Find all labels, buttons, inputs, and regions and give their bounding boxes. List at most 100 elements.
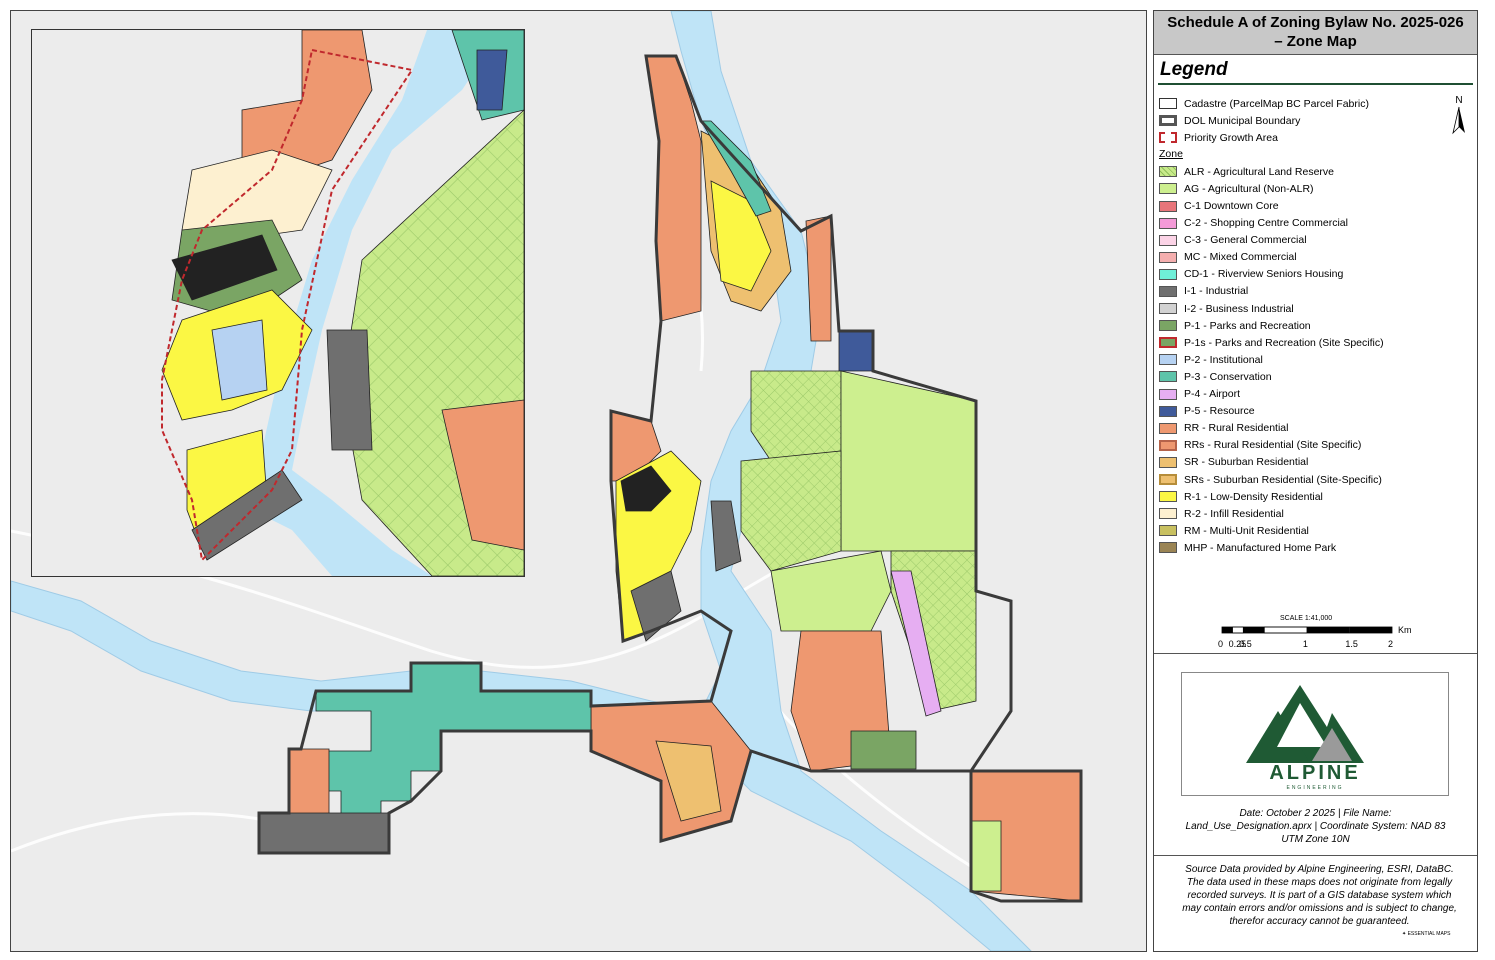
- scale-tick-label: 0.5: [1239, 639, 1252, 649]
- map-title-line2: – Zone Map: [1274, 33, 1357, 50]
- legend-swatch: [1159, 166, 1177, 178]
- legend-item: P-3 - Conservation: [1159, 368, 1419, 385]
- legend-label: I-1 - Industrial: [1184, 285, 1249, 298]
- legend-label: P-2 - Institutional: [1184, 353, 1263, 366]
- legend-item: I-2 - Business Industrial: [1159, 300, 1419, 317]
- scale-ticks: 0 0.25 0.5 1 1.5 2: [1214, 639, 1414, 651]
- legend-label: AG - Agricultural (Non-ALR): [1184, 182, 1314, 195]
- legend-swatch: [1159, 456, 1177, 468]
- legend-label: DOL Municipal Boundary: [1184, 114, 1301, 127]
- legend-item: P-2 - Institutional: [1159, 351, 1419, 368]
- legend-label: C-3 - General Commercial: [1184, 234, 1307, 247]
- essential-maps-credit: ✦ ESSENTIAL MAPS: [1402, 931, 1462, 937]
- compass-icon: ✦: [1402, 931, 1407, 937]
- legend-swatch: [1159, 354, 1177, 366]
- legend-swatch: [1159, 405, 1177, 417]
- meta-line2: Land_Use_Designation.aprx | Coordinate S…: [1185, 821, 1446, 832]
- legend-label: RM - Multi-Unit Residential: [1184, 524, 1309, 537]
- legend-swatch: [1159, 285, 1177, 297]
- panel-divider-1: [1154, 653, 1477, 654]
- legend-label: ALR - Agricultural Land Reserve: [1184, 165, 1334, 178]
- legend-swatch: [1159, 371, 1177, 383]
- inset-map-canvas: [161, 30, 524, 576]
- zone-ag-east-1: [840, 370, 977, 552]
- legend-item: Priority Growth Area: [1159, 129, 1419, 146]
- scale-tick-label: 2: [1388, 639, 1394, 649]
- inset-map[interactable]: [31, 29, 525, 577]
- legend-swatch: [1159, 388, 1177, 400]
- legend-label: R-1 - Low-Density Residential: [1184, 490, 1323, 503]
- legend-label: SRs - Suburban Residential (Site-Specifi…: [1184, 473, 1382, 486]
- legend-swatch: [1159, 422, 1177, 434]
- legend-item: ALR - Agricultural Land Reserve: [1159, 163, 1419, 180]
- legend-label: P-1 - Parks and Recreation: [1184, 319, 1311, 332]
- inset-industrial-2: [326, 329, 373, 451]
- legend-swatch: [1159, 98, 1177, 110]
- zone-alr-east-2: [740, 450, 842, 572]
- legend-label: CD-1 - Riverview Seniors Housing: [1184, 268, 1344, 281]
- map-metadata: Date: October 2 2025 | File Name: Land_U…: [1164, 807, 1467, 846]
- scale-tick-label: 0: [1218, 639, 1224, 649]
- logo-name: ALPINE: [1269, 762, 1360, 784]
- legend-swatch: [1159, 303, 1177, 315]
- north-arrow-icon: N: [1452, 95, 1465, 135]
- source-line3: recorded surveys. It is part of a GIS da…: [1187, 890, 1452, 901]
- legend-swatch: [1159, 132, 1177, 144]
- legend-label: P-1s - Parks and Recreation (Site Specif…: [1184, 336, 1384, 349]
- legend-item: RM - Multi-Unit Residential: [1159, 522, 1419, 539]
- panel-divider-2: [1154, 855, 1477, 856]
- scale-bar-graphic: [1221, 626, 1393, 634]
- map-title-line1: Schedule A of Zoning Bylaw No. 2025-026: [1167, 14, 1464, 31]
- zone-alr-east-1: [750, 370, 842, 462]
- legend-item: CD-1 - Riverview Seniors Housing: [1159, 266, 1419, 283]
- legend-label: RRs - Rural Residential (Site Specific): [1184, 439, 1362, 452]
- legend-item: SRs - Suburban Residential (Site-Specifi…: [1159, 471, 1419, 488]
- legend-item: R-2 - Infill Residential: [1159, 505, 1419, 522]
- zone-industrial-west: [258, 812, 390, 854]
- inset-institution: [211, 319, 268, 401]
- logo-tagline: ENGINEERING: [1286, 785, 1343, 791]
- zone-heading: Zone: [1159, 148, 1183, 161]
- source-line2: The data used in these maps does not ori…: [1186, 877, 1453, 888]
- zone-ag-south: [970, 820, 1002, 892]
- legend-swatch: [1159, 268, 1177, 280]
- source-line4: may contain errors and/or omissions and …: [1182, 903, 1457, 914]
- legend-label: P-3 - Conservation: [1184, 370, 1272, 383]
- legend-item: RR - Rural Residential: [1159, 420, 1419, 437]
- legend-swatch: [1159, 491, 1177, 503]
- scale-tick-label: 1: [1302, 639, 1308, 649]
- legend-item: RRs - Rural Residential (Site Specific): [1159, 437, 1419, 454]
- legend-item: C-2 - Shopping Centre Commercial: [1159, 215, 1419, 232]
- legend-label: P-4 - Airport: [1184, 388, 1241, 401]
- zone-resource: [838, 330, 874, 372]
- legend-item: Cadastre (ParcelMap BC Parcel Fabric): [1159, 95, 1419, 112]
- legend-panel: Schedule A of Zoning Bylaw No. 2025-026 …: [1153, 10, 1478, 952]
- meta-line3: UTM Zone 10N: [1281, 834, 1350, 845]
- company-logo-box: ALPINE ENGINEERING: [1181, 672, 1449, 796]
- legend-swatch: [1159, 439, 1177, 451]
- inset-resource: [476, 49, 508, 111]
- legend-label: Cadastre (ParcelMap BC Parcel Fabric): [1184, 97, 1369, 110]
- legend-heading: Legend: [1160, 59, 1228, 80]
- source-line5: therefor accuracy cannot be guaranteed.: [1229, 916, 1410, 927]
- legend-item: C-1 Downtown Core: [1159, 197, 1419, 214]
- legend-swatch: [1159, 251, 1177, 263]
- legend-item: DOL Municipal Boundary: [1159, 112, 1419, 129]
- legend-swatch: [1159, 234, 1177, 246]
- legend-label: P-5 - Resource: [1184, 405, 1255, 418]
- north-label: N: [1455, 95, 1462, 106]
- legend-item: MHP - Manufactured Home Park: [1159, 539, 1419, 556]
- legend-label: R-2 - Infill Residential: [1184, 507, 1284, 520]
- legend-label: MHP - Manufactured Home Park: [1184, 541, 1337, 554]
- legend-item: P-1s - Parks and Recreation (Site Specif…: [1159, 334, 1419, 351]
- legend-label: Priority Growth Area: [1184, 131, 1278, 144]
- legend-item: AG - Agricultural (Non-ALR): [1159, 180, 1419, 197]
- source-line1: Source Data provided by Alpine Engineeri…: [1185, 864, 1454, 875]
- main-map[interactable]: [10, 10, 1147, 952]
- legend-item: I-1 - Industrial: [1159, 283, 1419, 300]
- legend-item: P-5 - Resource: [1159, 403, 1419, 420]
- legend-label: SR - Suburban Residential: [1184, 456, 1309, 469]
- legend-swatch: [1159, 217, 1177, 229]
- legend-label: I-2 - Business Industrial: [1184, 302, 1294, 315]
- scale-tick-label: 1.5: [1345, 639, 1358, 649]
